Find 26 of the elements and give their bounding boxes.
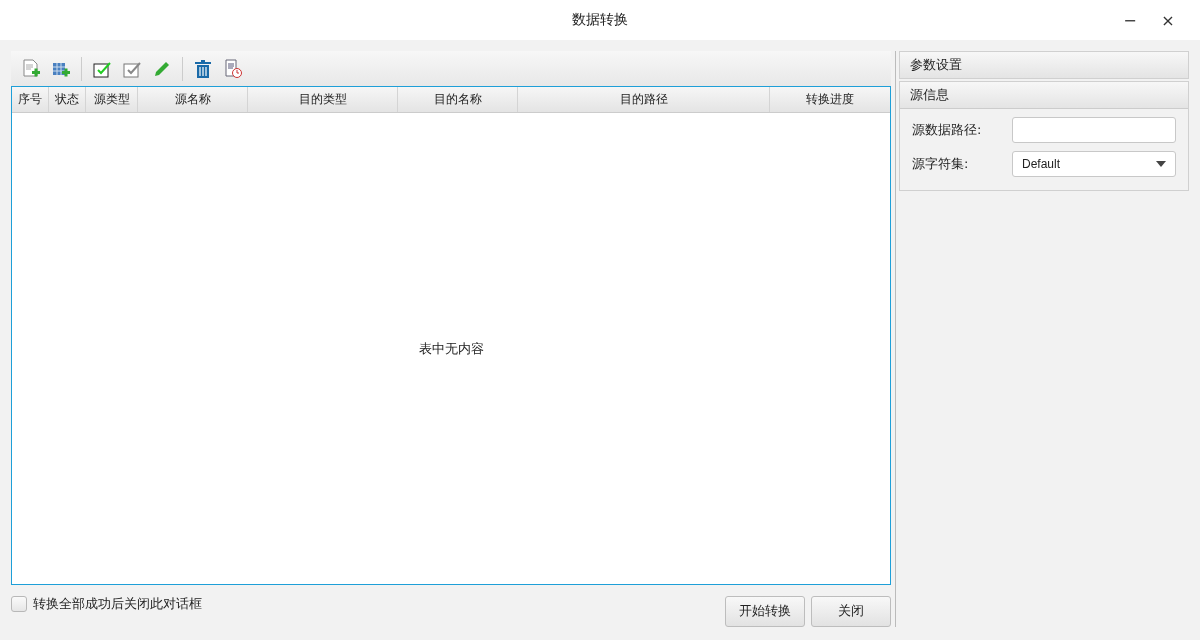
close-dialog-button[interactable]: 关闭: [811, 595, 891, 627]
start-button[interactable]: 开始转换: [725, 595, 805, 627]
column-header[interactable]: 源名称: [138, 87, 248, 112]
trash-icon[interactable]: [193, 58, 213, 79]
checkbox[interactable]: [11, 596, 27, 612]
checkbox-label: 转换全部成功后关闭此对话框: [33, 595, 202, 613]
close-button[interactable]: ×: [1156, 8, 1180, 32]
section-header[interactable]: 源信息: [900, 82, 1188, 108]
column-header[interactable]: 序号: [12, 87, 49, 112]
column-header[interactable]: 目的名称: [398, 87, 518, 112]
column-header[interactable]: 目的类型: [248, 87, 398, 112]
section-header[interactable]: 参数设置: [900, 52, 1188, 78]
column-header[interactable]: 源类型: [86, 87, 138, 112]
field-label: 源数据路径:: [912, 121, 983, 139]
window-title: 数据转换: [572, 11, 628, 29]
field-label: 源字符集:: [912, 155, 970, 173]
charset-dropdown[interactable]: Default: [1012, 151, 1176, 177]
minimize-button[interactable]: −: [1118, 8, 1142, 32]
empty-table-message: 表中无内容: [418, 339, 484, 358]
document-clock-icon[interactable]: [223, 58, 243, 79]
input-field[interactable]: [1012, 117, 1176, 143]
caret-icon: [1156, 161, 1166, 167]
column-header[interactable]: 目的路径: [518, 87, 770, 112]
column-header[interactable]: 状态: [49, 87, 86, 112]
add-document-icon[interactable]: [21, 58, 41, 79]
column-header[interactable]: 转换进度: [770, 87, 890, 112]
